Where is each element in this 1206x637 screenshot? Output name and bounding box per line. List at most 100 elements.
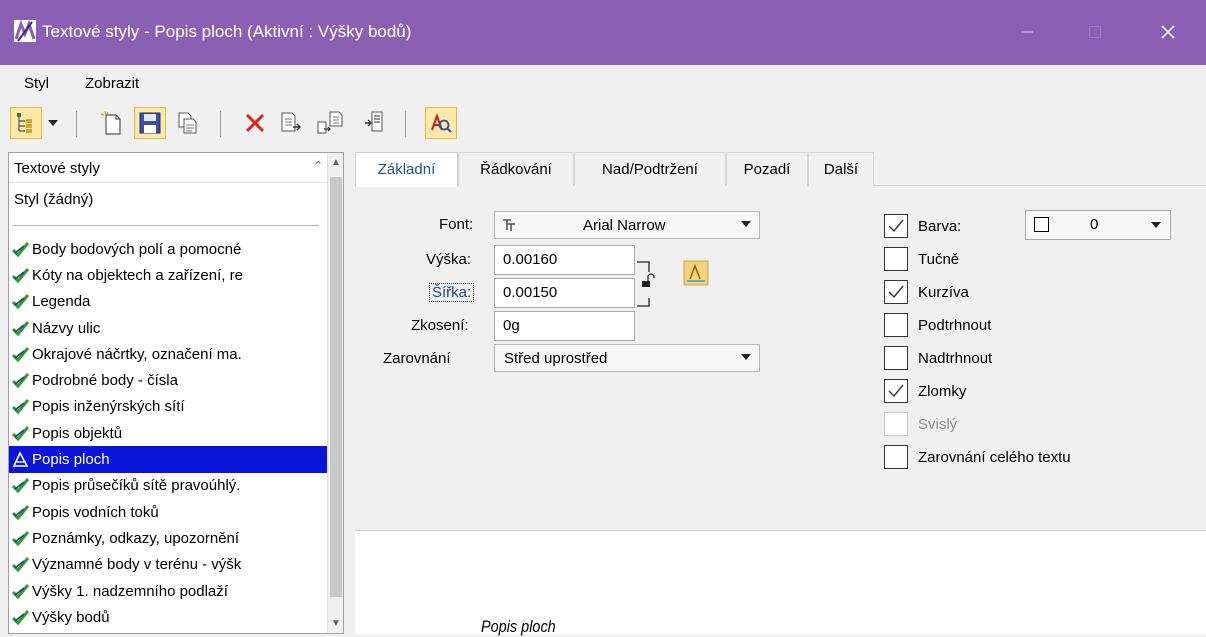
full-justify-checkbox[interactable]: [884, 445, 908, 469]
style-list-item[interactable]: Popis průsečíků sítě pravoúhlý.: [9, 473, 329, 499]
bold-checkbox-row[interactable]: Tučně: [884, 245, 959, 273]
export-button[interactable]: [312, 107, 348, 139]
style-list-item[interactable]: Popis inženýrských sítí: [9, 394, 329, 420]
vertical-label: Svislý: [918, 415, 958, 433]
color-label: Barva:: [918, 217, 962, 235]
underline-checkbox[interactable]: [884, 313, 908, 337]
sort-up-icon: ⌃: [313, 160, 323, 172]
delete-icon: [245, 113, 265, 133]
scroll-down-arrow-icon[interactable]: ▼: [331, 618, 341, 629]
fractions-checkbox-row[interactable]: Zlomky: [884, 377, 966, 405]
new-style-button[interactable]: [97, 107, 127, 139]
style-list-item[interactable]: Významné body v terénu - výšk: [9, 552, 329, 578]
checkmark-icon: [12, 478, 29, 494]
width-label[interactable]: Šířka:: [429, 283, 475, 302]
import-button[interactable]: [276, 107, 306, 139]
style-list-item[interactable]: Podrobné body - čísla: [9, 367, 329, 393]
fractions-checkbox[interactable]: [884, 379, 908, 403]
checkmark-icon: [12, 583, 29, 599]
lock-icon[interactable]: [637, 254, 669, 314]
slant-label: Zkosení:: [411, 317, 469, 334]
magnifier-icon: [431, 113, 452, 133]
copy-style-button[interactable]: [172, 107, 202, 139]
import-icon: [281, 112, 301, 132]
style-list-item[interactable]: Výšky bodů: [9, 604, 329, 630]
tab-2[interactable]: Nad/Podtržení: [574, 152, 726, 186]
style-list-item-label: Popis inženýrských sítí: [32, 398, 185, 416]
overline-checkbox[interactable]: [884, 346, 908, 370]
save-icon: [139, 112, 161, 134]
scroll-up-arrow-icon[interactable]: ▲: [331, 157, 341, 168]
view-dropdown-button[interactable]: [43, 107, 63, 139]
style-none-item[interactable]: Styl (žádný): [14, 191, 93, 208]
checkmark-icon: [12, 557, 29, 573]
style-list-item-label: Výšky 1. nadzemního podlaží: [32, 582, 228, 600]
update-button[interactable]: [360, 107, 390, 139]
style-list-item[interactable]: Názvy ulic: [9, 315, 329, 341]
bold-checkbox[interactable]: [884, 247, 908, 271]
fractions-label: Zlomky: [918, 382, 967, 400]
checkmark-icon: [12, 294, 29, 310]
delete-style-button[interactable]: [240, 107, 270, 139]
style-list-item[interactable]: Popis objektů: [9, 420, 329, 446]
save-button[interactable]: [134, 107, 166, 139]
justification-value: Střed uprostřed: [504, 350, 608, 367]
color-select[interactable]: 0: [1025, 210, 1171, 240]
close-button[interactable]: [1146, 12, 1190, 52]
export-icon: [317, 111, 343, 134]
style-list-item[interactable]: Kóty na objektech a zařízení, re: [9, 262, 329, 288]
maximize-button[interactable]: [1073, 12, 1117, 52]
menu-zobrazit[interactable]: Zobrazit: [85, 75, 139, 92]
tab-1[interactable]: Řádkování: [458, 152, 574, 186]
color-checkbox-row[interactable]: Barva:: [884, 212, 961, 240]
style-list-item[interactable]: Legenda: [9, 289, 329, 315]
style-list-item[interactable]: Body bodových polí a pomocné: [9, 236, 329, 262]
style-list-item[interactable]: Výšky 1. nadzemního podlaží: [9, 578, 329, 604]
chevron-down-icon: [48, 120, 58, 126]
toolbar-separator: [220, 111, 221, 137]
overline-label: Nadtrhnout: [918, 349, 993, 367]
tree-view-icon: [17, 113, 32, 133]
color-value: 0: [1090, 216, 1099, 233]
styles-list-scrollbar[interactable]: ▲ ▼: [327, 153, 343, 633]
style-list-item-label: Kóty na objektech a zařízení, re: [32, 266, 243, 284]
copy-icon: [178, 112, 197, 134]
height-input[interactable]: 0.00160: [494, 245, 635, 275]
font-select[interactable]: Arial Narrow: [494, 211, 760, 239]
underline-checkbox-row[interactable]: Podtrhnout: [884, 311, 991, 339]
italic-checkbox-row[interactable]: Kurzíva: [884, 278, 969, 306]
italic-checkbox[interactable]: [884, 280, 908, 304]
scrollbar-thumb[interactable]: [330, 177, 342, 597]
justification-select[interactable]: Střed uprostřed: [494, 344, 760, 372]
toolbar: [0, 101, 1206, 145]
style-list-item[interactable]: Okrajové náčrtky, označení ma.: [9, 341, 329, 367]
full-justify-checkbox-row[interactable]: Zarovnání celého textu: [884, 443, 1071, 471]
new-document-icon: [101, 111, 121, 135]
style-properties-panel: Font: Arial Narrow Výška: 0.00160 Šířka:…: [355, 152, 1206, 636]
menu-styl[interactable]: Styl: [24, 75, 49, 92]
match-text-size-icon[interactable]: [683, 260, 709, 286]
style-list-item-label: Významné body v terénu - výšk: [32, 556, 242, 574]
list-divider: [13, 225, 319, 226]
tab-4[interactable]: Další: [808, 152, 874, 186]
tree-view-button[interactable]: [10, 107, 42, 139]
color-checkbox[interactable]: [884, 214, 908, 238]
slant-input[interactable]: 0g: [494, 311, 635, 341]
minimize-button[interactable]: [1005, 12, 1049, 52]
tab-0[interactable]: Základní: [355, 152, 458, 187]
check-icon: [888, 219, 904, 233]
checkmark-icon: [12, 320, 29, 336]
vertical-checkbox: [884, 412, 908, 436]
style-list-item[interactable]: Poznámky, odkazy, upozornění: [9, 525, 329, 551]
checkmark-icon: [12, 399, 29, 415]
styles-list-header[interactable]: Textové styly ⌃: [9, 153, 329, 183]
style-list-item[interactable]: Popis ploch: [9, 446, 329, 473]
find-preview-button[interactable]: [425, 107, 457, 139]
vertical-checkbox-row: Svislý: [884, 410, 957, 438]
overline-checkbox-row[interactable]: Nadtrhnout: [884, 344, 992, 372]
tab-3[interactable]: Pozadí: [726, 152, 808, 186]
underline-label: Podtrhnout: [918, 316, 992, 334]
style-list-item[interactable]: Popis vodních toků: [9, 499, 329, 525]
width-input[interactable]: 0.00150: [494, 278, 635, 308]
chevron-down-icon: [1151, 222, 1161, 228]
